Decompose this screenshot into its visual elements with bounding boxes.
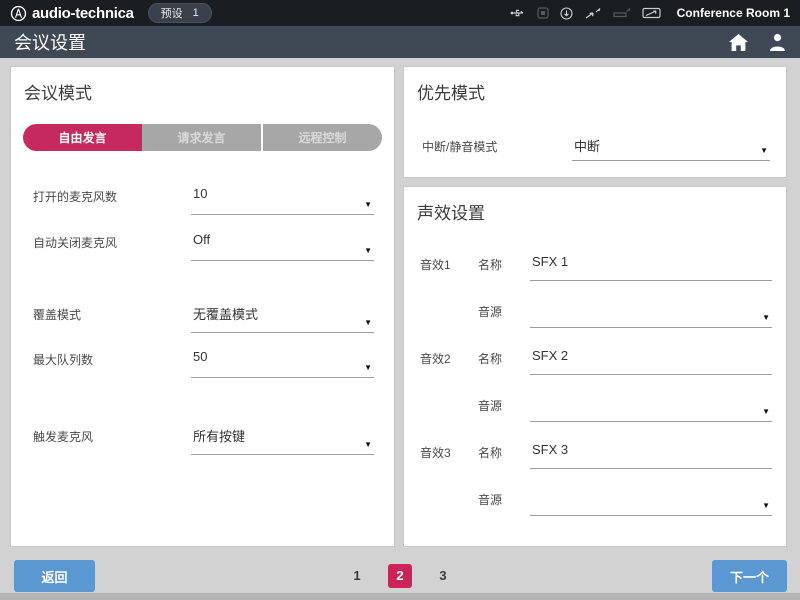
auto-mic-off-field: 自动关闭麦克风 Off — [33, 229, 374, 261]
sfx2-source-field: 音源 — [420, 392, 772, 422]
room-name: Conference Room 1 — [677, 6, 790, 20]
update-icon — [560, 7, 573, 20]
user-icon[interactable] — [769, 33, 786, 52]
interrupt-mute-field: 中断/静音模式 中断 — [422, 133, 770, 161]
override-mode-select[interactable]: 无覆盖模式 — [191, 301, 374, 333]
sound-effects-title: 声效设置 — [417, 199, 485, 224]
sfx3-group-label: 音效3 — [420, 439, 478, 469]
priority-mode-panel: 优先模式 中断/静音模式 中断 — [403, 66, 787, 178]
audio-technica-logo-icon — [10, 5, 27, 22]
sfx3-name-label: 名称 — [478, 439, 530, 469]
auto-mic-off-select[interactable]: Off — [191, 229, 374, 261]
status-icon-group: Conference Room 1 — [510, 6, 790, 20]
interrupt-mute-label: 中断/静音模式 — [422, 133, 572, 161]
sfx2-name-input[interactable]: SFX 2 — [530, 345, 772, 375]
sfx2-name-label: 名称 — [478, 345, 530, 375]
page-3[interactable]: 3 — [431, 564, 455, 588]
sfx2-source-label: 音源 — [478, 392, 530, 422]
content-area: 会议模式 自由发言 请求发言 远程控制 打开的麦克风数 10 自动关闭麦克风 O… — [0, 58, 800, 600]
open-mic-count-select[interactable]: 10 — [191, 183, 374, 215]
sfx2-name-field: 音效2 名称 SFX 2 — [420, 345, 772, 375]
title-bar: 会议设置 — [0, 26, 800, 58]
top-status-bar: audio-technica 预设 1 — [0, 0, 800, 26]
sfx1-name-field: 音效1 名称 SFX 1 — [420, 251, 772, 281]
preset-value: 1 — [193, 7, 199, 19]
home-icon[interactable] — [728, 33, 749, 52]
usb-icon — [510, 8, 526, 18]
override-mode-field: 覆盖模式 无覆盖模式 — [33, 301, 374, 333]
sfx3-name-input[interactable]: SFX 3 — [530, 439, 772, 469]
max-queue-label: 最大队列数 — [33, 346, 191, 378]
level-edit-icon — [613, 7, 631, 19]
conference-mode-title: 会议模式 — [24, 79, 92, 104]
open-mic-count-label: 打开的麦克风数 — [33, 183, 191, 215]
sfx1-name-input[interactable]: SFX 1 — [530, 251, 772, 281]
mic-trigger-field: 触发麦克风 所有按键 — [33, 423, 374, 455]
sfx1-name-label: 名称 — [478, 251, 530, 281]
priority-mode-title: 优先模式 — [417, 79, 485, 104]
sfx3-source-label: 音源 — [478, 486, 530, 516]
sfx1-group-label: 音效1 — [420, 251, 478, 281]
page-2-current[interactable]: 2 — [388, 564, 412, 588]
tab-request-talk[interactable]: 请求发言 — [142, 124, 261, 151]
sound-effects-panel: 声效设置 音效1 名称 SFX 1 音源 音效2 名称 SFX 2 — [403, 186, 787, 547]
tab-free-talk[interactable]: 自由发言 — [23, 124, 142, 151]
preset-label: 预设 — [161, 5, 183, 21]
mic-trigger-select[interactable]: 所有按键 — [191, 423, 374, 455]
pagination: 1 2 3 — [0, 564, 800, 588]
sfx3-name-field: 音效3 名称 SFX 3 — [420, 439, 772, 469]
app-window: audio-technica 预设 1 — [0, 0, 800, 600]
sfx3-source-select[interactable] — [530, 486, 772, 516]
recording-icon — [537, 7, 549, 19]
override-mode-label: 覆盖模式 — [33, 301, 191, 333]
open-mic-count-field: 打开的麦克风数 10 — [33, 183, 374, 215]
sfx3-source-field: 音源 — [420, 486, 772, 516]
sfx1-source-field: 音源 — [420, 298, 772, 328]
brand-name: audio-technica — [32, 5, 134, 22]
interrupt-mute-select[interactable]: 中断 — [572, 133, 770, 161]
brand: audio-technica — [10, 5, 134, 22]
next-button[interactable]: 下一个 — [712, 560, 787, 592]
page-1[interactable]: 1 — [345, 564, 369, 588]
sfx2-group-label: 音效2 — [420, 345, 478, 375]
bottom-strip — [0, 593, 800, 600]
auto-mic-off-label: 自动关闭麦克风 — [33, 229, 191, 261]
page-title: 会议设置 — [14, 29, 86, 55]
edit-arrow-icon — [584, 7, 602, 20]
preset-badge[interactable]: 预设 1 — [148, 3, 212, 23]
sfx1-source-select[interactable] — [530, 298, 772, 328]
max-queue-field: 最大队列数 50 — [33, 346, 374, 378]
sfx2-source-select[interactable] — [530, 392, 772, 422]
speak-mode-tabs: 自由发言 请求发言 远程控制 — [23, 124, 382, 151]
sfx1-source-label: 音源 — [478, 298, 530, 328]
tab-remote-control[interactable]: 远程控制 — [261, 124, 382, 151]
meter-icon — [642, 7, 661, 19]
max-queue-select[interactable]: 50 — [191, 346, 374, 378]
mic-trigger-label: 触发麦克风 — [33, 423, 191, 455]
conference-mode-panel: 会议模式 自由发言 请求发言 远程控制 打开的麦克风数 10 自动关闭麦克风 O… — [10, 66, 395, 547]
